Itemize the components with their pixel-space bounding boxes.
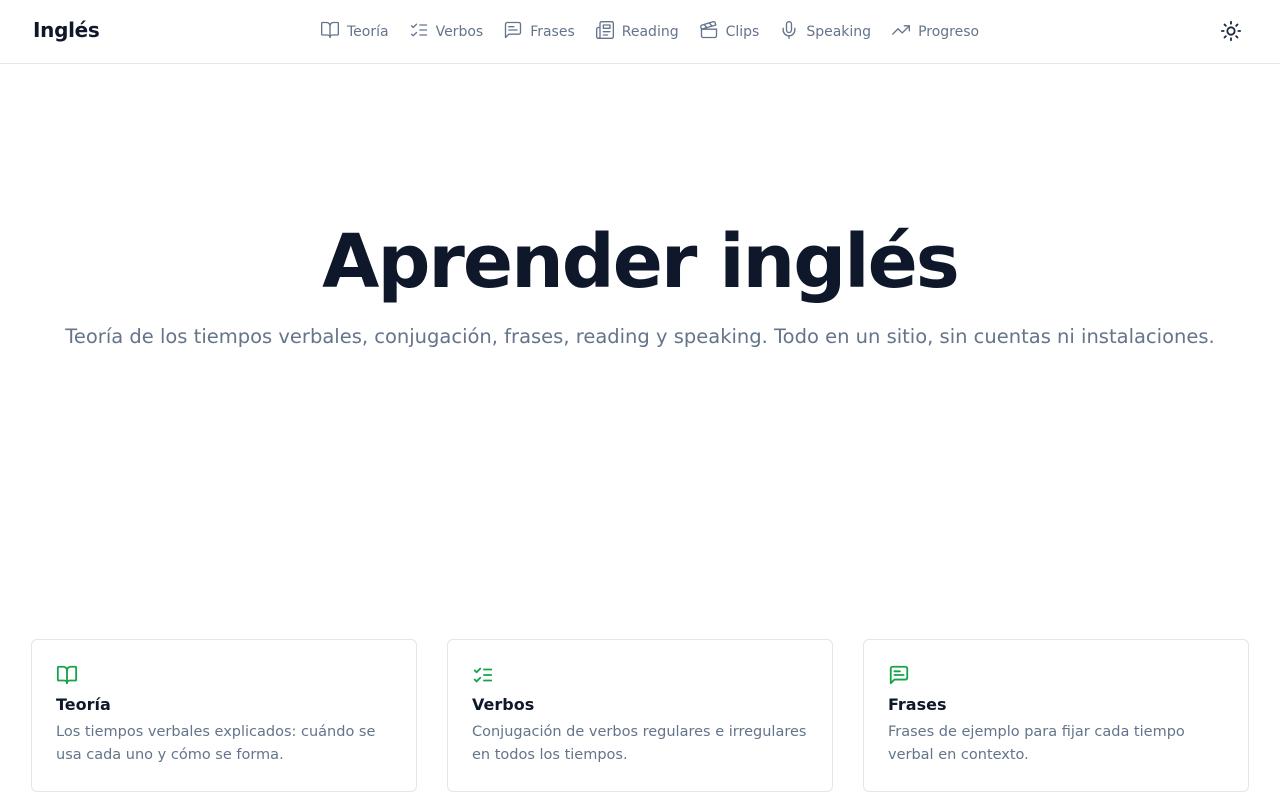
card-teoria[interactable]: Teoría Los tiempos verbales explicados: …: [31, 639, 417, 792]
card-title: Frases: [888, 695, 947, 714]
newspaper-icon: [595, 20, 615, 44]
hero-section: Aprender inglés Teoría de los tiempos ve…: [0, 215, 1280, 351]
message-square-text-icon: [503, 20, 523, 44]
nav-item-progreso[interactable]: Progreso: [891, 20, 979, 44]
nav-item-verbos[interactable]: Verbos: [409, 20, 484, 44]
nav-item-frases[interactable]: Frases: [503, 20, 575, 44]
nav-item-label: Frases: [530, 24, 575, 40]
card-verbos[interactable]: Verbos Conjugación de verbos regulares e…: [447, 639, 833, 792]
card-frases[interactable]: Frases Frases de ejemplo para fijar cada…: [863, 639, 1249, 792]
top-navbar: Inglés Teoría Verbos Frases Reading Clip…: [0, 0, 1280, 64]
microphone-icon: [779, 20, 799, 44]
card-title: Teoría: [56, 695, 111, 714]
main-nav: Teoría Verbos Frases Reading Clips Speak…: [320, 0, 999, 64]
list-checks-icon: [409, 20, 429, 44]
trending-up-icon: [891, 20, 911, 44]
card-description: Conjugación de verbos regulares e irregu…: [472, 724, 807, 763]
nav-item-teoria[interactable]: Teoría: [320, 20, 389, 44]
nav-item-label: Reading: [621, 24, 679, 40]
nav-item-label: Progreso: [918, 24, 980, 40]
nav-item-speaking[interactable]: Speaking: [779, 20, 871, 44]
message-square-text-icon: [888, 664, 910, 686]
page-subtitle: Teoría de los tiempos verbales, conjugac…: [65, 325, 1215, 348]
list-checks-icon: [472, 664, 494, 686]
nav-item-label: Verbos: [435, 24, 484, 40]
book-open-icon: [56, 664, 78, 686]
nav-item-label: Speaking: [806, 24, 872, 40]
nav-item-reading[interactable]: Reading: [595, 20, 679, 44]
theme-toggle-button[interactable]: [1220, 20, 1244, 44]
nav-item-label: Teoría: [347, 24, 389, 40]
nav-item-clips[interactable]: Clips: [699, 20, 760, 44]
page-title: Aprender inglés: [322, 219, 960, 305]
card-title: Verbos: [472, 695, 535, 714]
card-description: Los tiempos verbales explicados: cuándo …: [56, 724, 376, 763]
clapperboard-icon: [699, 20, 719, 44]
nav-item-label: Clips: [725, 24, 760, 40]
brand-logo[interactable]: Inglés: [33, 18, 100, 42]
book-open-icon: [320, 20, 340, 44]
sun-icon: [1220, 20, 1242, 46]
feature-cards: Teoría Los tiempos verbales explicados: …: [31, 639, 1249, 792]
card-description: Frases de ejemplo para fijar cada tiempo…: [888, 724, 1185, 763]
